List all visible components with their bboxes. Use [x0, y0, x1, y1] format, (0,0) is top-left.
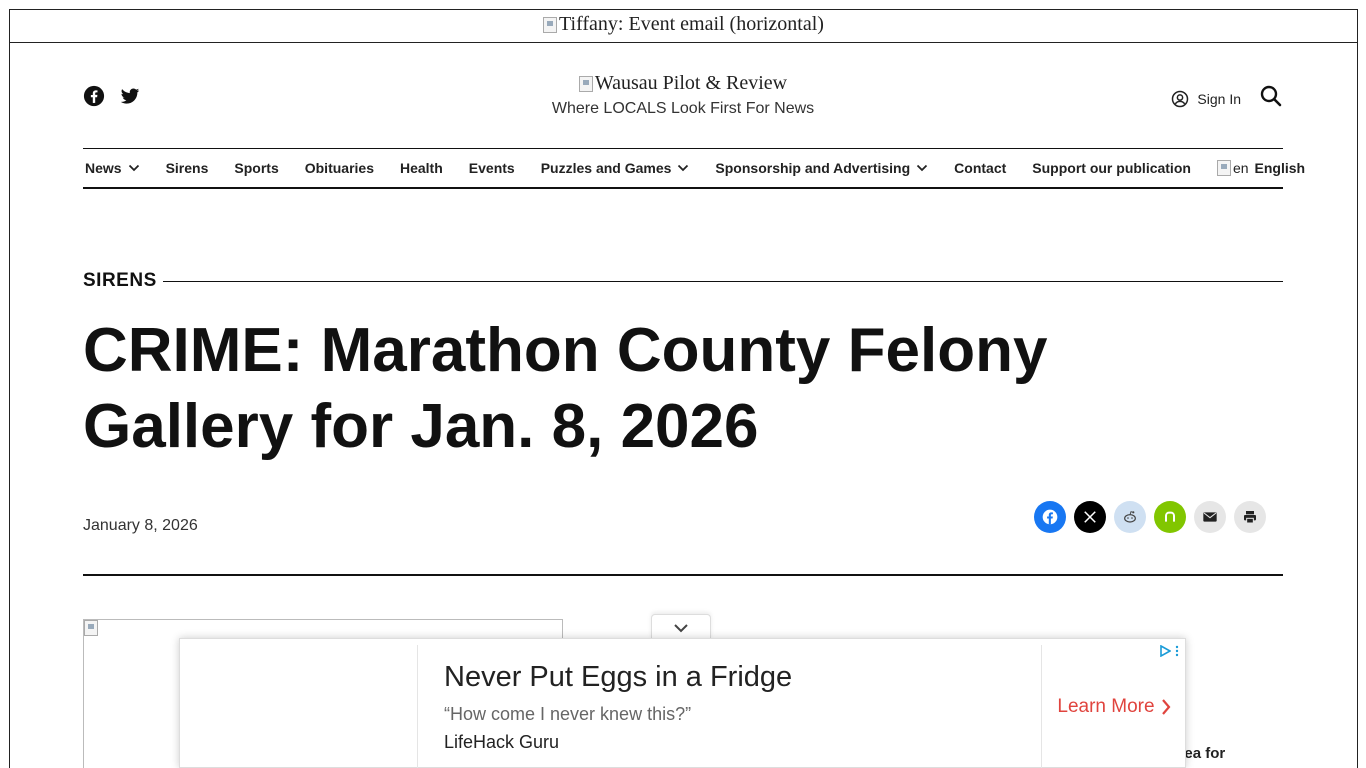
nav-item-sports[interactable]: Sports [234, 160, 278, 176]
nav-item-label: Sirens [165, 160, 209, 176]
broken-image-icon [578, 75, 593, 92]
nav-item-sirens[interactable]: Sirens [166, 160, 209, 176]
email-icon [1203, 512, 1217, 522]
site-tagline: Where LOCALS Look First For News [551, 99, 815, 117]
chevron-right-icon [1161, 699, 1171, 715]
main-nav: News Sirens Sports Obituaries Health Events Pu… [83, 148, 1305, 189]
article-headline: CRIME: Marathon County Felony Gallery fo… [83, 316, 1048, 461]
nav-item-label: Contact [954, 160, 1007, 176]
chevron-down-icon [678, 164, 689, 172]
ad-image[interactable] [180, 645, 418, 768]
section-rule [162, 280, 1283, 282]
sign-in-label: Sign In [1197, 90, 1241, 107]
share-email-button[interactable] [1194, 501, 1226, 533]
broken-image-icon [84, 620, 98, 636]
ad-quote: “How come I never knew this?” [444, 704, 692, 724]
ad-title[interactable]: Never Put Eggs in a Fridge [444, 661, 792, 694]
site-header: Wausau Pilot & Review Where LOCALS Look … [83, 60, 1283, 135]
nav-item-news[interactable]: News [85, 160, 140, 176]
banner-alt-text: Tiffany: Event email (horizontal) [559, 13, 824, 35]
nav-item-label: Obituaries [304, 160, 374, 176]
share-facebook-button[interactable] [1034, 501, 1066, 533]
print-icon [1244, 511, 1256, 524]
site-brand[interactable]: Wausau Pilot & Review Where LOCALS Look … [83, 72, 1283, 118]
ad-source: LifeHack Guru [444, 732, 560, 752]
section-header: SIRENS [83, 270, 1283, 292]
broken-image-icon [543, 16, 558, 33]
facebook-icon [1042, 509, 1058, 525]
nav-item-label: News [85, 160, 122, 176]
nav-item-label: Health [399, 160, 443, 176]
nav-item-contact[interactable]: Contact [954, 160, 1006, 176]
more-options-icon [1175, 645, 1179, 657]
user-icon [1172, 90, 1189, 107]
share-nextdoor-button[interactable] [1154, 501, 1186, 533]
ad-collapse-button[interactable] [651, 614, 711, 640]
banner-image[interactable]: Tiffany: Event email (horizontal) [543, 13, 824, 36]
nav-item-label: Events [468, 160, 515, 176]
article-divider [83, 574, 1283, 576]
nav-item-sponsorship-and-advertising[interactable]: Sponsorship and Advertising [715, 160, 928, 176]
header-actions: Sign In [1171, 84, 1283, 113]
nextdoor-icon [1165, 511, 1175, 522]
ad-choices[interactable] [1159, 645, 1179, 657]
sign-in-link[interactable]: Sign In [1171, 90, 1241, 108]
top-banner-ad[interactable]: Tiffany: Event email (horizontal) [9, 9, 1358, 43]
nav-item-health[interactable]: Health [400, 160, 443, 176]
flag-icon [1216, 160, 1231, 176]
nav-item-label: Support our publication [1032, 160, 1191, 176]
reddit-icon [1124, 511, 1136, 523]
chevron-down-icon [128, 164, 139, 172]
language-flag-alt: en [1232, 160, 1249, 176]
nav-item-label: Puzzles and Games [540, 160, 672, 176]
nav-item-label: Sponsorship and Advertising [715, 160, 911, 176]
chevron-down-icon [917, 164, 928, 172]
ad-learn-more-button[interactable]: Learn More [1041, 645, 1186, 768]
share-reddit-button[interactable] [1114, 501, 1146, 533]
article-date: January 8, 2026 [83, 517, 198, 534]
site-logo[interactable]: Wausau Pilot & Review [578, 72, 788, 95]
share-print-button[interactable] [1234, 501, 1266, 533]
language-label: English [1254, 160, 1306, 176]
sticky-ad[interactable]: Never Put Eggs in a Fridge “How come I n… [179, 638, 1186, 768]
share-x-button[interactable] [1074, 501, 1106, 533]
ad-cta-label: Learn More [1057, 696, 1155, 717]
x-icon [1084, 511, 1096, 523]
nav-item-label: Sports [234, 160, 279, 176]
share-buttons [1034, 501, 1266, 533]
language-switcher[interactable]: en English [1216, 160, 1306, 176]
logo-alt-text: Wausau Pilot & Review [594, 72, 788, 94]
nav-item-puzzles-and-games[interactable]: Puzzles and Games [541, 160, 690, 176]
nav-item-support-our-publication[interactable]: Support our publication [1032, 160, 1191, 176]
nav-item-events[interactable]: Events [469, 160, 515, 176]
section-label[interactable]: SIRENS [83, 270, 157, 292]
nav-item-obituaries[interactable]: Obituaries [305, 160, 374, 176]
search-icon[interactable] [1259, 84, 1283, 113]
chevron-down-icon [674, 623, 688, 632]
adchoices-icon [1160, 645, 1171, 657]
